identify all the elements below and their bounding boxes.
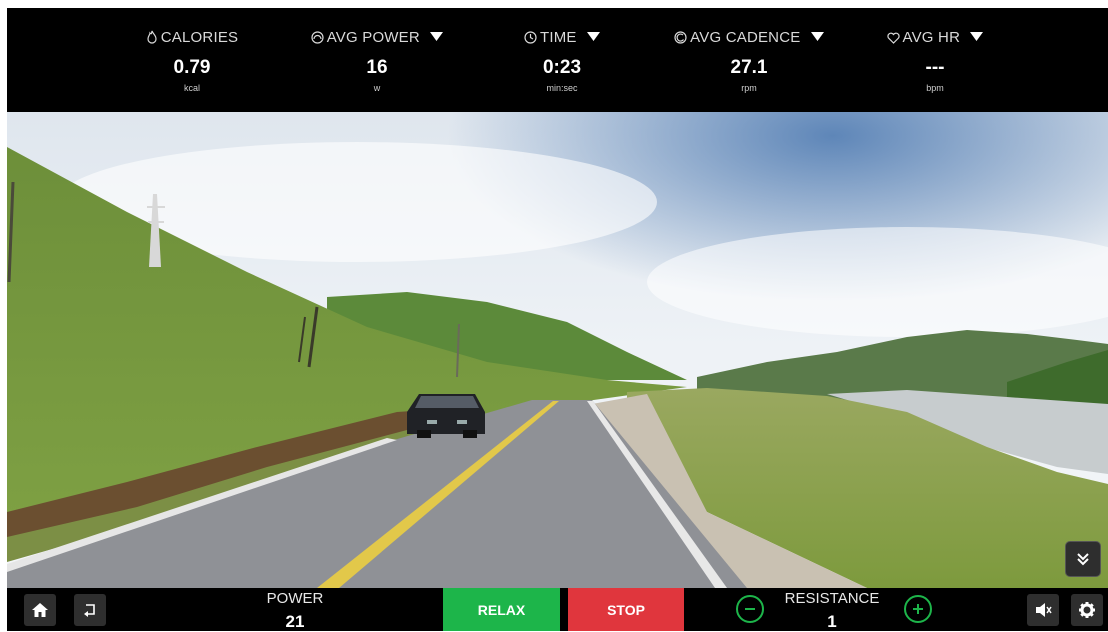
stat-avg-power[interactable]: AVG POWER 16 w [287, 8, 467, 112]
power-value: 21 [285, 612, 305, 631]
resistance-value: 1 [827, 612, 837, 631]
stat-unit: rpm [741, 83, 757, 93]
stat-label: AVG POWER [326, 29, 420, 46]
flame-icon [147, 30, 157, 44]
stat-label: AVG HR [902, 29, 961, 46]
stat-value: 0:23 [542, 57, 582, 78]
stat-value: 0.79 [173, 57, 211, 78]
caret-down-icon[interactable] [587, 32, 600, 41]
stop-button[interactable]: STOP [568, 588, 684, 631]
back-button[interactable] [74, 594, 106, 626]
stat-label: AVG CADENCE [690, 29, 801, 46]
stat-label: TIME [539, 29, 577, 46]
cadence-icon [674, 31, 687, 44]
stat-label: CALORIES [160, 29, 239, 46]
resistance-label: RESISTANCE [784, 590, 880, 607]
back-icon [84, 604, 95, 617]
home-icon [32, 603, 48, 617]
stat-unit: min:sec [546, 83, 578, 93]
plus-icon [913, 604, 923, 614]
home-button[interactable] [24, 594, 56, 626]
caret-down-icon[interactable] [810, 32, 824, 41]
decrease-resistance-button[interactable] [736, 595, 764, 623]
stat-value: 27.1 [730, 57, 768, 78]
stat-unit: kcal [183, 83, 200, 93]
increase-resistance-button[interactable] [904, 595, 932, 623]
stat-value: 16 [366, 57, 388, 78]
mute-button[interactable] [1027, 594, 1059, 626]
route-video [7, 112, 1108, 588]
landscape-scene [7, 112, 1108, 588]
chevron-double-down-icon [1077, 553, 1089, 566]
gear-icon [1079, 602, 1095, 618]
stat-unit: w [373, 83, 381, 93]
stat-time[interactable]: TIME 0:23 min:sec [472, 8, 652, 112]
caret-down-icon[interactable] [430, 32, 444, 41]
control-bar: POWER 21 RELAX STOP RESISTANCE 1 [7, 588, 1108, 631]
clock-icon [524, 31, 537, 44]
settings-button[interactable] [1071, 594, 1103, 626]
stat-unit: bpm [926, 83, 944, 93]
power-label: POWER [266, 590, 324, 607]
stat-avg-cadence[interactable]: AVG CADENCE 27.1 rpm [659, 8, 839, 112]
caret-down-icon[interactable] [970, 32, 984, 41]
stat-avg-hr[interactable]: AVG HR --- bpm [845, 8, 1025, 112]
heart-icon [886, 32, 900, 44]
mute-icon [1036, 603, 1052, 617]
car [407, 394, 485, 438]
stats-bar: CALORIES 0.79 kcal AVG POWER 16 w TIME 0… [7, 8, 1108, 112]
stat-value: --- [925, 57, 945, 78]
minus-icon [745, 608, 755, 610]
stat-calories: CALORIES 0.79 kcal [102, 8, 282, 112]
relax-button[interactable]: RELAX [443, 588, 560, 631]
collapse-button[interactable] [1065, 541, 1101, 577]
gauge-icon [311, 31, 324, 44]
